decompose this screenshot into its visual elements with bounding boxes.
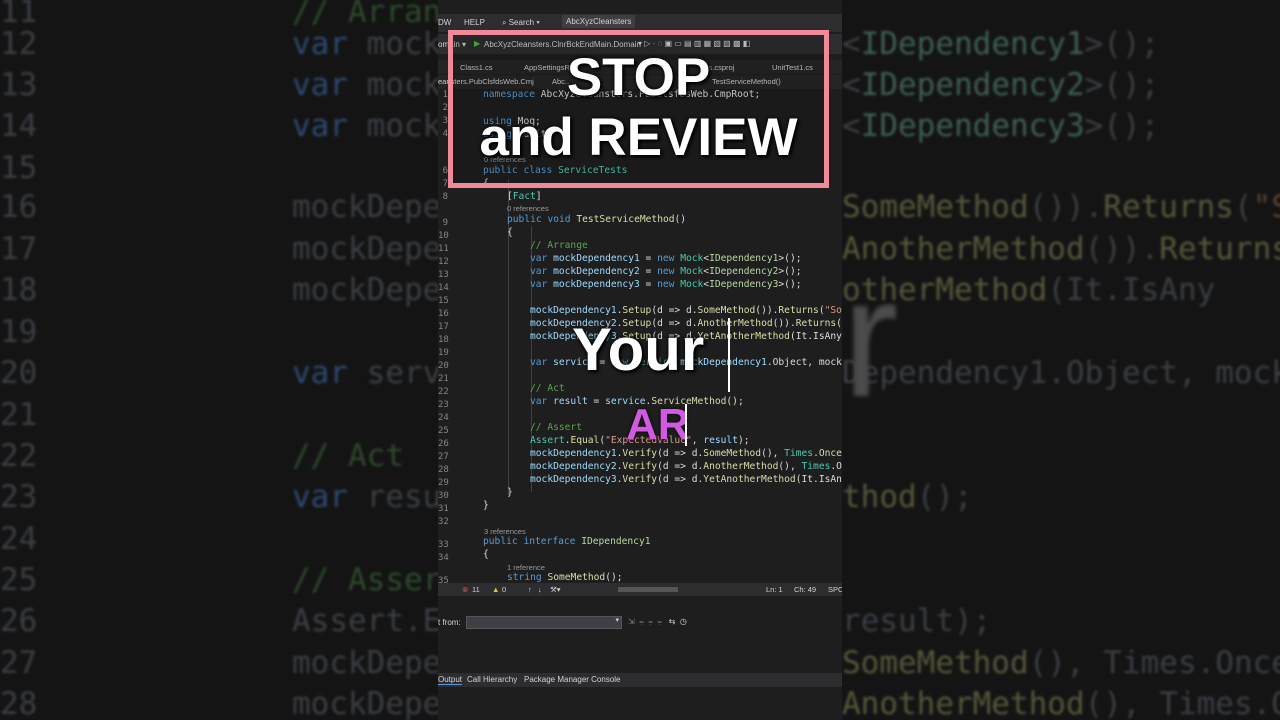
tab-package-manager-console[interactable]: Package Manager Console — [524, 675, 621, 684]
output-source-label: t from: — [438, 618, 461, 627]
your-caption: Your — [572, 316, 705, 383]
warning-icon[interactable]: ▲ — [492, 585, 499, 594]
bottom-tabs: Output Call Hierarchy Package Manager Co… — [438, 673, 842, 687]
output-toolbar-icons[interactable]: ⇲ ⩦ ⩦ ⩦ ⇆ ◷ — [628, 617, 687, 627]
error-count[interactable]: 11 — [472, 585, 480, 594]
text-cursor — [728, 318, 730, 392]
bg-big-letter: r — [842, 243, 899, 433]
output-source-select[interactable]: ▾ — [466, 616, 622, 629]
menu-item-window[interactable]: DW — [438, 18, 451, 27]
error-icon[interactable]: ⊗ — [462, 585, 468, 594]
stop-line-2: and REVIEW — [479, 108, 798, 167]
nav-arrows[interactable]: ↑ ↓ ⚒▾ — [528, 585, 561, 594]
ar-caption: AR — [626, 400, 690, 449]
stop-line-1: STOP — [566, 48, 711, 107]
chevron-down-icon: ▾ — [615, 617, 619, 624]
menu-item-help[interactable]: HELP — [464, 18, 485, 27]
solution-name-badge[interactable]: AbcXyzCleansters — [562, 15, 636, 28]
column-indicator: Ch: 49 — [794, 585, 817, 594]
tab-call-hierarchy[interactable]: Call Hierarchy — [467, 675, 517, 684]
warning-count[interactable]: 0 — [502, 585, 506, 594]
editor-status-bar: ⊗ 11 ▲ 0 ↑ ↓ ⚒▾ Ln: 1 Ch: 49 SPC — [438, 583, 842, 596]
chevron-down-icon: ▾ — [536, 18, 540, 27]
spacing-indicator: SPC — [828, 585, 842, 594]
search-box[interactable]: ⌕ Search ▾ — [502, 18, 540, 28]
horizontal-scrollbar[interactable] — [618, 587, 678, 592]
text-cursor — [685, 404, 687, 446]
tab-output[interactable]: Output — [438, 675, 463, 685]
line-indicator: Ln: 1 — [766, 585, 783, 594]
search-icon: ⌕ — [502, 18, 507, 27]
stop-title: STOP and REVIEW — [448, 48, 829, 168]
